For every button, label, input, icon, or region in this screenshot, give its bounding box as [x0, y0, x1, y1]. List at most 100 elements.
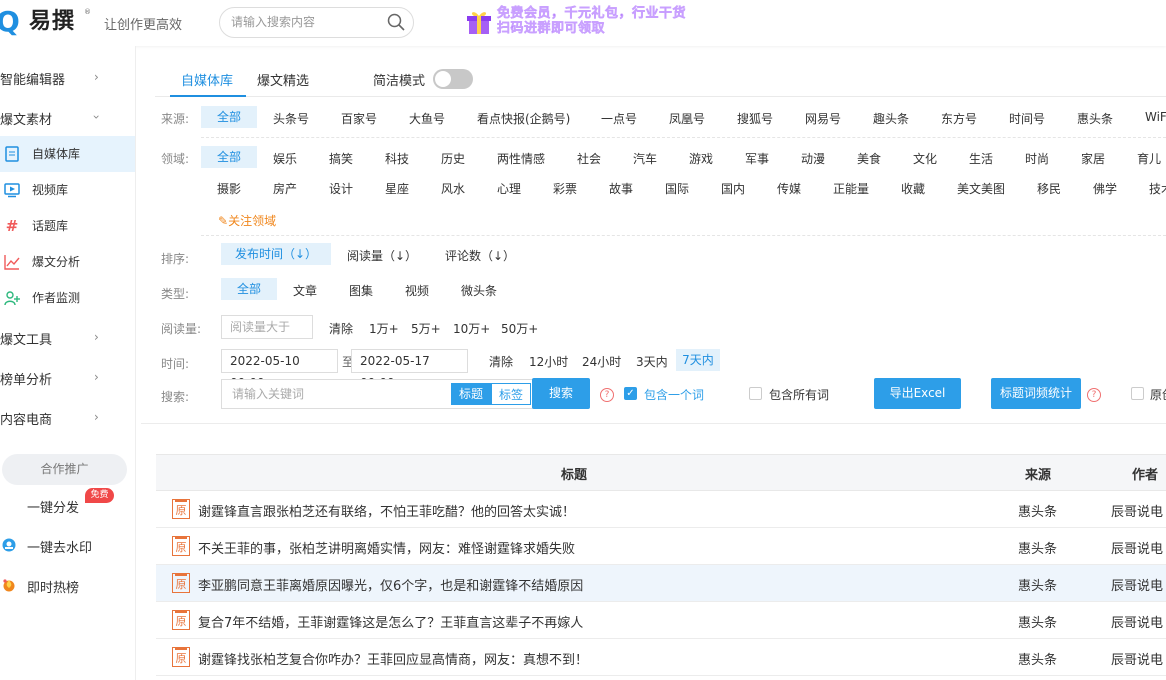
tab-media-library[interactable]: 自媒体库: [181, 70, 233, 89]
domain-option[interactable]: 故事: [609, 180, 633, 197]
help-icon[interactable]: ?: [1087, 388, 1101, 402]
domain-option[interactable]: 时尚: [1025, 150, 1049, 167]
gift-icon[interactable]: [466, 8, 492, 36]
domain-option[interactable]: 摄影: [217, 180, 241, 197]
sidebar-item-analysis[interactable]: 爆文分析: [0, 244, 135, 280]
article-title[interactable]: 李亚鹏同意王菲离婚原因曝光，仅6个字，也是和谢霆锋不结婚原因: [198, 575, 583, 594]
domain-option[interactable]: 科技: [385, 150, 409, 167]
domain-option-all[interactable]: 全部: [201, 146, 257, 168]
time-clear[interactable]: 清除: [489, 353, 513, 370]
type-option[interactable]: 文章: [293, 282, 317, 299]
domain-option[interactable]: 家居: [1081, 150, 1105, 167]
domain-option[interactable]: 文化: [913, 150, 937, 167]
sidebar-group-editor[interactable]: 智能编辑器: [0, 69, 65, 88]
time-option[interactable]: 24小时: [582, 353, 621, 370]
domain-option[interactable]: 风水: [441, 180, 465, 197]
source-option[interactable]: 搜狐号: [737, 110, 773, 127]
search-by-tag[interactable]: 标签: [491, 383, 531, 405]
reads-option[interactable]: 5万+: [411, 320, 441, 337]
domain-option[interactable]: 移民: [1037, 180, 1061, 197]
table-row[interactable]: 原 复合7年不结婚，王菲谢霆锋这是怎么了？王菲直言这辈子不再嫁人 惠头条 辰哥说…: [156, 602, 1166, 639]
source-option-all[interactable]: 全部: [201, 106, 257, 128]
sidebar-item-author-monitor[interactable]: 作者监测: [0, 280, 135, 316]
domain-option[interactable]: 传媒: [777, 180, 801, 197]
article-author[interactable]: 辰哥说电: [1111, 538, 1166, 557]
sidebar-item-media-library[interactable]: 自媒体库: [0, 136, 135, 172]
search-button[interactable]: 搜索: [532, 378, 590, 409]
domain-option[interactable]: 彩票: [553, 180, 577, 197]
chevron-right-icon[interactable]: ›: [94, 370, 99, 384]
time-option[interactable]: 12小时: [529, 353, 568, 370]
domain-option[interactable]: 技术: [1149, 180, 1166, 197]
coop-promo-button[interactable]: 合作推广: [2, 454, 127, 485]
domain-option[interactable]: 星座: [385, 180, 409, 197]
article-title[interactable]: 谢霆锋找张柏芝复合你咋办？王菲回应显高情商，网友：真想不到！: [198, 649, 588, 668]
contains-one-checkbox[interactable]: ✓: [624, 387, 637, 400]
domain-option[interactable]: 收藏: [901, 180, 925, 197]
source-option[interactable]: 凤凰号: [669, 110, 705, 127]
domain-option[interactable]: 房产: [273, 180, 297, 197]
reads-option[interactable]: 50万+: [501, 320, 538, 337]
domain-option[interactable]: 搞笑: [329, 150, 353, 167]
domain-option[interactable]: 设计: [329, 180, 353, 197]
search-by-title[interactable]: 标题: [451, 383, 491, 405]
search-icon[interactable]: [386, 12, 406, 32]
time-option[interactable]: 3天内: [636, 353, 668, 370]
chevron-right-icon[interactable]: ›: [94, 330, 99, 344]
domain-option[interactable]: 国内: [721, 180, 745, 197]
article-author[interactable]: 辰哥说电: [1111, 649, 1166, 668]
domain-option[interactable]: 美食: [857, 150, 881, 167]
original-checkbox[interactable]: [1131, 387, 1144, 400]
domain-option[interactable]: 育儿: [1137, 150, 1161, 167]
sidebar-group-materials[interactable]: 爆文素材: [0, 109, 52, 128]
domain-option[interactable]: 美文美图: [957, 180, 1005, 197]
time-to-input[interactable]: 2022-05-17 00:00: [351, 349, 468, 390]
type-option-all[interactable]: 全部: [221, 278, 277, 300]
promo-banner[interactable]: 免费会员，千元礼包，行业干货 扫码进群即可领取: [497, 6, 686, 37]
source-option[interactable]: 东方号: [941, 110, 977, 127]
source-option[interactable]: 头条号: [273, 110, 309, 127]
follow-domain-link[interactable]: ✎关注领域: [218, 212, 276, 229]
table-row[interactable]: 原 李亚鹏同意王菲离婚原因曝光，仅6个字，也是和谢霆锋不结婚原因 惠头条 辰哥说…: [156, 565, 1166, 602]
export-excel-button[interactable]: 导出Excel: [874, 378, 961, 409]
contains-one-label[interactable]: 包含一个词: [644, 386, 704, 403]
logo-text[interactable]: 易撰: [29, 8, 75, 36]
logo-icon[interactable]: Q: [0, 6, 22, 38]
type-option[interactable]: 微头条: [461, 282, 497, 299]
domain-option[interactable]: 历史: [441, 150, 465, 167]
domain-option[interactable]: 两性情感: [497, 150, 545, 167]
sort-reads[interactable]: 阅读量（↓）: [347, 247, 417, 264]
source-option[interactable]: 惠头条: [1077, 110, 1113, 127]
type-option[interactable]: 视频: [405, 282, 429, 299]
reads-option[interactable]: 10万+: [453, 320, 490, 337]
global-search-input[interactable]: 请输入搜索内容: [219, 7, 414, 38]
domain-option[interactable]: 心理: [497, 180, 521, 197]
domain-option[interactable]: 军事: [745, 150, 769, 167]
time-option-7days[interactable]: 7天内: [676, 349, 720, 371]
article-author[interactable]: 辰哥说电: [1111, 501, 1166, 520]
help-icon[interactable]: ?: [600, 388, 614, 402]
domain-option[interactable]: 国际: [665, 180, 689, 197]
contains-all-checkbox[interactable]: [749, 387, 762, 400]
reads-option[interactable]: 1万+: [369, 320, 399, 337]
source-option[interactable]: WiFi: [1145, 110, 1166, 124]
source-option[interactable]: 网易号: [805, 110, 841, 127]
domain-option[interactable]: 汽车: [633, 150, 657, 167]
source-option[interactable]: 百家号: [341, 110, 377, 127]
source-option[interactable]: 时间号: [1009, 110, 1045, 127]
source-option[interactable]: 趣头条: [873, 110, 909, 127]
reads-clear[interactable]: 清除: [329, 320, 353, 337]
sidebar-group-rank[interactable]: 榜单分析: [0, 369, 52, 388]
tab-featured[interactable]: 爆文精选: [257, 70, 309, 89]
sidebar-item-video-library[interactable]: 视频库: [0, 172, 135, 208]
domain-option[interactable]: 动漫: [801, 150, 825, 167]
table-row[interactable]: 原 谢霆锋直言跟张柏芝还有联络，不怕王菲吃醋？他的回答太实诚！ 惠头条 辰哥说电: [156, 491, 1166, 528]
sidebar-group-ecommerce[interactable]: 内容电商: [0, 409, 52, 428]
article-author[interactable]: 辰哥说电: [1111, 575, 1166, 594]
contains-all-label[interactable]: 包含所有词: [769, 386, 829, 403]
sidebar-group-tools[interactable]: 爆文工具: [0, 329, 52, 348]
original-label[interactable]: 原创: [1150, 386, 1166, 403]
type-option[interactable]: 图集: [349, 282, 373, 299]
article-title[interactable]: 复合7年不结婚，王菲谢霆锋这是怎么了？王菲直言这辈子不再嫁人: [198, 612, 583, 631]
sort-publish-time[interactable]: 发布时间（↓）: [221, 243, 331, 265]
